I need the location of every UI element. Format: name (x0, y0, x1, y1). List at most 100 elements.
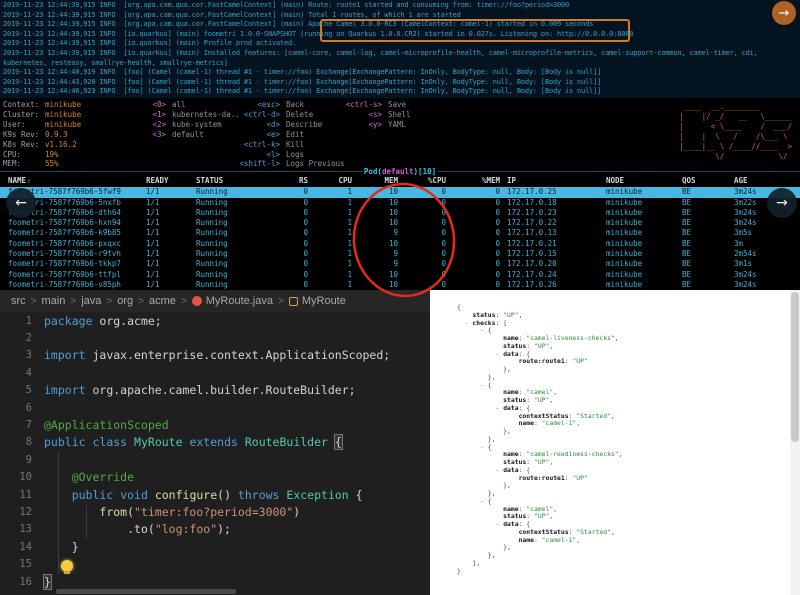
column-header-status[interactable]: STATUS (196, 176, 268, 187)
breadcrumb-separator: > (278, 296, 284, 307)
line-number: 16 (0, 576, 44, 588)
hotkey-item[interactable]: <l>Logs (234, 150, 345, 160)
code-line[interactable]: 16} (0, 573, 430, 590)
pod-row[interactable]: foometri-7587f769b6-r9tvh1/1Running01900… (0, 249, 800, 259)
hotkey-key: <ctrl-s> (334, 100, 382, 110)
hotkey-key: <1> (148, 110, 166, 120)
code-line[interactable]: 2 (0, 329, 430, 346)
code-line[interactable]: 1package org.acme; (0, 312, 430, 329)
sort-arrow-icon: ↑ (27, 178, 31, 185)
line-number: 1 (0, 315, 44, 327)
column-header-qos[interactable]: QOS (682, 176, 734, 187)
pod-row[interactable]: foometri-7587f769b6-pxqxc1/1Running01100… (0, 239, 800, 249)
hotkey-item[interactable]: <2>kube-system (148, 120, 240, 130)
screenshot-root: { "terminal": { "lines": [ "2019-11-23 1… (0, 0, 800, 595)
lightbulb-icon[interactable] (61, 560, 73, 572)
hotkey-label: Delete (286, 110, 313, 120)
hotkey-key: <3> (148, 130, 166, 140)
log-line: kubernetes, resteasy, smallrye-health, s… (3, 59, 800, 69)
breadcrumb-item[interactable]: MyRoute (302, 295, 346, 307)
pod-row[interactable]: foometri-7587f769b6-k9b851/1Running01900… (0, 228, 800, 238)
code-line[interactable]: 11 public void configure() throws Except… (0, 486, 430, 503)
hotkey-item[interactable]: <ctrl-s>Save (334, 100, 411, 110)
json-scrollbar-thumb[interactable] (791, 292, 799, 442)
column-header-name[interactable]: NAME↑ (8, 176, 146, 187)
hotkey-item[interactable]: <d>Describe (234, 120, 345, 130)
info-label: User: (3, 120, 45, 130)
info-label: Context: (3, 100, 45, 110)
info-value: minikube (45, 120, 81, 129)
code-line[interactable]: 8public class MyRoute extends RouteBuild… (0, 434, 430, 451)
k9s-header: Context:minikubeCluster:minikubeUser:min… (0, 98, 800, 172)
info-value: 0.9.3 (45, 130, 68, 139)
hotkey-item[interactable]: <y>YAML (334, 120, 411, 130)
log-line: 2019-11-23 12:44:46,923 INFO [foo] (Came… (3, 87, 800, 97)
hotkey-item[interactable]: <0>all (148, 100, 240, 110)
hotkey-key: <l> (234, 150, 280, 160)
editor-horizontal-scrollbar[interactable] (56, 589, 236, 594)
code-line[interactable]: 10 @Override (0, 469, 430, 486)
hotkey-key: <2> (148, 120, 166, 130)
next-arrow-button[interactable]: → (772, 1, 796, 25)
column-header-pctcpu[interactable]: %CPU (398, 176, 446, 187)
column-header-pctmem[interactable]: %MEM (446, 176, 500, 187)
hotkey-key: <0> (148, 100, 166, 110)
code-line[interactable]: 9 (0, 451, 430, 468)
java-file-icon (192, 296, 202, 306)
breadcrumb-item[interactable]: MyRoute.java (206, 295, 273, 307)
code-line[interactable]: 12 from("timer:foo?period=3000") (0, 503, 430, 520)
column-header-age[interactable]: AGE (734, 176, 794, 187)
hotkey-item[interactable]: <ctrl-d>Delete (234, 110, 345, 120)
code-line[interactable]: 3import javax.enterprise.context.Applica… (0, 347, 430, 364)
code-line[interactable]: 5import org.apache.camel.builder.RouteBu… (0, 382, 430, 399)
hotkey-item[interactable]: <3>default (148, 130, 240, 140)
line-number: 14 (0, 541, 44, 553)
pod-table: NAME↑READYSTATUSRSCPUMEM%CPU%MEMIPNODEQO… (0, 176, 800, 290)
breadcrumb-separator: > (70, 296, 76, 307)
breadcrumb-item[interactable]: main (42, 295, 66, 307)
line-number: 15 (0, 558, 44, 570)
info-label: Cluster: (3, 110, 45, 120)
hotkey-item[interactable]: <esc>Back (234, 100, 345, 110)
code-line[interactable]: 13 .to("log:foo"); (0, 521, 430, 538)
code-editor[interactable]: src>main>java>org>acme>MyRoute.java>MyRo… (0, 290, 430, 595)
hotkey-item[interactable]: <ctrl-k>Kill (234, 140, 345, 150)
info-value: minikube (45, 100, 81, 109)
hotkey-item[interactable]: <s>Shell (334, 110, 411, 120)
code-line[interactable]: 7@ApplicationScoped (0, 416, 430, 433)
info-label: CPU: (3, 150, 45, 160)
code-line[interactable]: 4 (0, 364, 430, 381)
column-header-ready[interactable]: READY (146, 176, 196, 187)
pod-row[interactable]: foometri-7587f769b6-5fwf91/1Running01100… (0, 187, 800, 197)
code-line[interactable]: 6 (0, 399, 430, 416)
code-line[interactable]: 14 } (0, 538, 430, 555)
editor-code[interactable]: 1package org.acme; 2 3import javax.enterpr… (0, 312, 430, 590)
pod-row[interactable]: foometri-7587f769b6-5nxfb1/1Running01100… (0, 198, 800, 208)
pod-row[interactable]: foometri-7587f769b6-ttfpl1/1Running01100… (0, 270, 800, 280)
column-header-ip[interactable]: IP (500, 176, 606, 187)
breadcrumb-item[interactable]: org (117, 295, 133, 307)
json-line: ], (457, 560, 790, 568)
column-header-cpu[interactable]: CPU (308, 176, 352, 187)
hotkey-item[interactable]: <e>Edit (234, 130, 345, 140)
breadcrumb-item[interactable]: java (81, 295, 101, 307)
json-line: }, (457, 552, 790, 560)
column-header-mem[interactable]: MEM (352, 176, 398, 187)
breadcrumb-item[interactable]: acme (149, 295, 176, 307)
breadcrumb-item[interactable]: src (11, 295, 26, 307)
column-header-node[interactable]: NODE (606, 176, 682, 187)
json-scrollbar[interactable] (790, 290, 800, 595)
json-line: - checks: [ (457, 320, 790, 328)
pod-row[interactable]: foometri-7587f769b6-v85ph1/1Running01100… (0, 280, 800, 290)
column-header-rs[interactable]: RS (268, 176, 308, 187)
terminal-log[interactable]: 2019-11-23 12:44:39,915 INFO [org.apa.ca… (0, 0, 800, 98)
pod-row[interactable]: foometri-7587f769b6-tkkp71/1Running01900… (0, 259, 800, 269)
scroll-right-button[interactable]: → (767, 188, 797, 218)
pod-row[interactable]: foometri-7587f769b6-dth641/1Running01100… (0, 208, 800, 218)
hotkey-key: <y> (334, 120, 382, 130)
hotkey-item[interactable]: <1>kubernetes-da.. (148, 110, 240, 120)
scroll-left-button[interactable]: ← (6, 188, 36, 218)
log-line: 2019-11-23 12:44:40,919 INFO [foo] (Came… (3, 68, 800, 78)
line-number: 2 (0, 332, 44, 344)
pod-row[interactable]: foometri-7587f769b6-hxn941/1Running01100… (0, 218, 800, 228)
